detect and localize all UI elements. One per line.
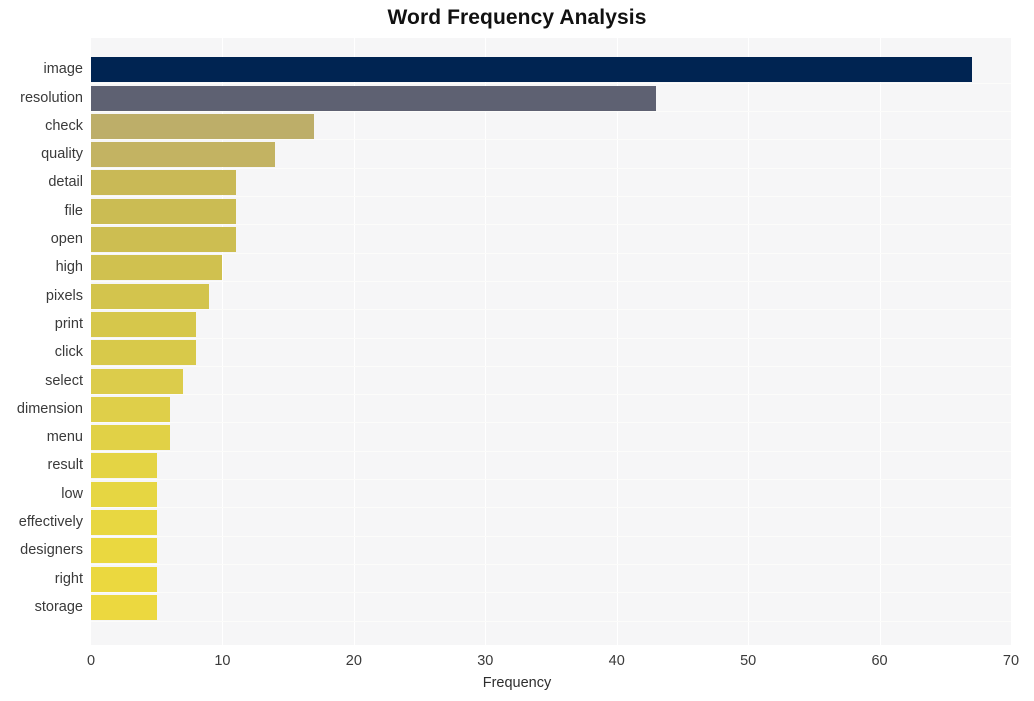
chart-title: Word Frequency Analysis xyxy=(387,6,647,29)
y-axis-tick-label: pixels xyxy=(45,288,83,304)
y-axis-tick-label: designers xyxy=(20,542,83,558)
y-axis-tick-label: menu xyxy=(46,429,83,445)
y-axis-tick-label: storage xyxy=(34,599,83,615)
x-axis-tick-label: 20 xyxy=(345,653,362,669)
y-axis-tick-label: check xyxy=(45,118,83,134)
y-axis-tick-label: result xyxy=(47,457,83,473)
y-axis-tick-label: right xyxy=(54,571,83,587)
y-axis-tick-label: print xyxy=(54,316,83,332)
y-axis-tick-label: resolution xyxy=(20,90,83,106)
y-axis-tick-label: quality xyxy=(41,146,83,162)
y-axis-tick-label: effectively xyxy=(18,514,83,530)
y-axis-tick-label: open xyxy=(50,231,83,247)
x-axis-tick-label: 30 xyxy=(477,653,494,669)
x-axis-tick-label: 40 xyxy=(608,653,625,669)
y-axis-tick-label: file xyxy=(64,203,83,219)
x-axis-tick-label: 60 xyxy=(871,653,888,669)
y-axis-tick-label: low xyxy=(61,486,83,502)
y-axis-labels: image resolution check quality detail file ope… xyxy=(0,38,1034,645)
x-axis-tick-label: 70 xyxy=(1002,653,1020,669)
y-axis-tick-label: high xyxy=(55,259,83,275)
x-axis-tick-label: 50 xyxy=(740,653,757,669)
y-axis-tick-label: detail xyxy=(48,174,83,190)
x-axis-tick-label: 10 xyxy=(214,653,231,669)
y-axis-tick-label: click xyxy=(54,344,83,360)
x-axis: Frequency 0 10 20 30 40 50 60 70 xyxy=(0,645,1034,701)
chart-figure: Word Frequency Analysis image resolution c… xyxy=(0,0,1034,701)
x-axis-title: Frequency xyxy=(482,675,552,691)
x-axis-tick-label: 0 xyxy=(86,653,96,669)
y-axis-tick-label: dimension xyxy=(16,401,83,417)
y-axis-tick-label: image xyxy=(43,61,84,77)
y-axis-tick-label: select xyxy=(45,373,83,389)
